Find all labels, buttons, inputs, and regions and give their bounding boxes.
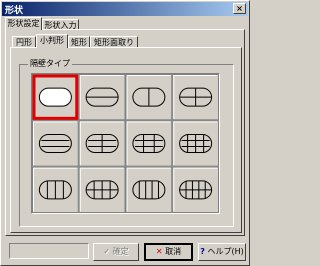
tab-oval[interactable]: 小判形 (36, 34, 68, 48)
tab-label: 小判形 (40, 36, 64, 45)
ok-button[interactable]: ✓ 確定 (93, 243, 139, 261)
x-icon: ✕ (155, 247, 163, 256)
title-bar: 形状 × (2, 2, 248, 16)
oval-shape (38, 87, 72, 107)
partition-option[interactable] (78, 166, 126, 213)
partition-option[interactable] (125, 74, 173, 121)
cancel-button[interactable]: ✕ 取消 (144, 243, 193, 261)
partition-option[interactable] (172, 166, 219, 213)
partition-option[interactable] (125, 166, 173, 213)
tab-label: 円形 (16, 38, 32, 47)
help-label: ヘルプ(H) (207, 247, 244, 256)
partition-option[interactable] (32, 166, 79, 213)
partition-option[interactable] (78, 120, 126, 167)
partition-option[interactable] (78, 74, 126, 121)
partition-option[interactable] (172, 120, 219, 167)
tab-label: 矩形面取り (94, 38, 134, 47)
tab-label: 矩形 (71, 38, 87, 47)
partition-type-label: 隔壁タイプ (28, 58, 72, 69)
oval-shape (132, 180, 166, 200)
ok-label: 確定 (112, 247, 129, 256)
status-field (9, 243, 89, 259)
partition-option[interactable] (125, 120, 173, 167)
oval-shape (38, 134, 72, 153)
tab-shape-settings[interactable]: 形状設定 (5, 17, 42, 30)
tab-label: 形状設定 (7, 19, 40, 28)
window-title: 形状 (5, 6, 24, 16)
partition-option[interactable] (32, 74, 79, 121)
partition-option[interactable] (32, 120, 79, 167)
close-button[interactable]: × (233, 3, 246, 14)
cancel-label: 取消 (165, 247, 182, 256)
oval-shape (132, 134, 166, 153)
help-icon: ? (200, 247, 205, 256)
help-button[interactable]: ? ヘルプ(H) (198, 243, 246, 261)
partition-type-grid (31, 73, 220, 214)
partition-option[interactable] (172, 74, 219, 121)
check-icon: ✓ (103, 247, 111, 256)
dialog-window: 形状 × 形状設定 形状入力 円形 小判形 矩形 矩形面取り 隔壁タイプ ✓ 確… (0, 0, 250, 266)
